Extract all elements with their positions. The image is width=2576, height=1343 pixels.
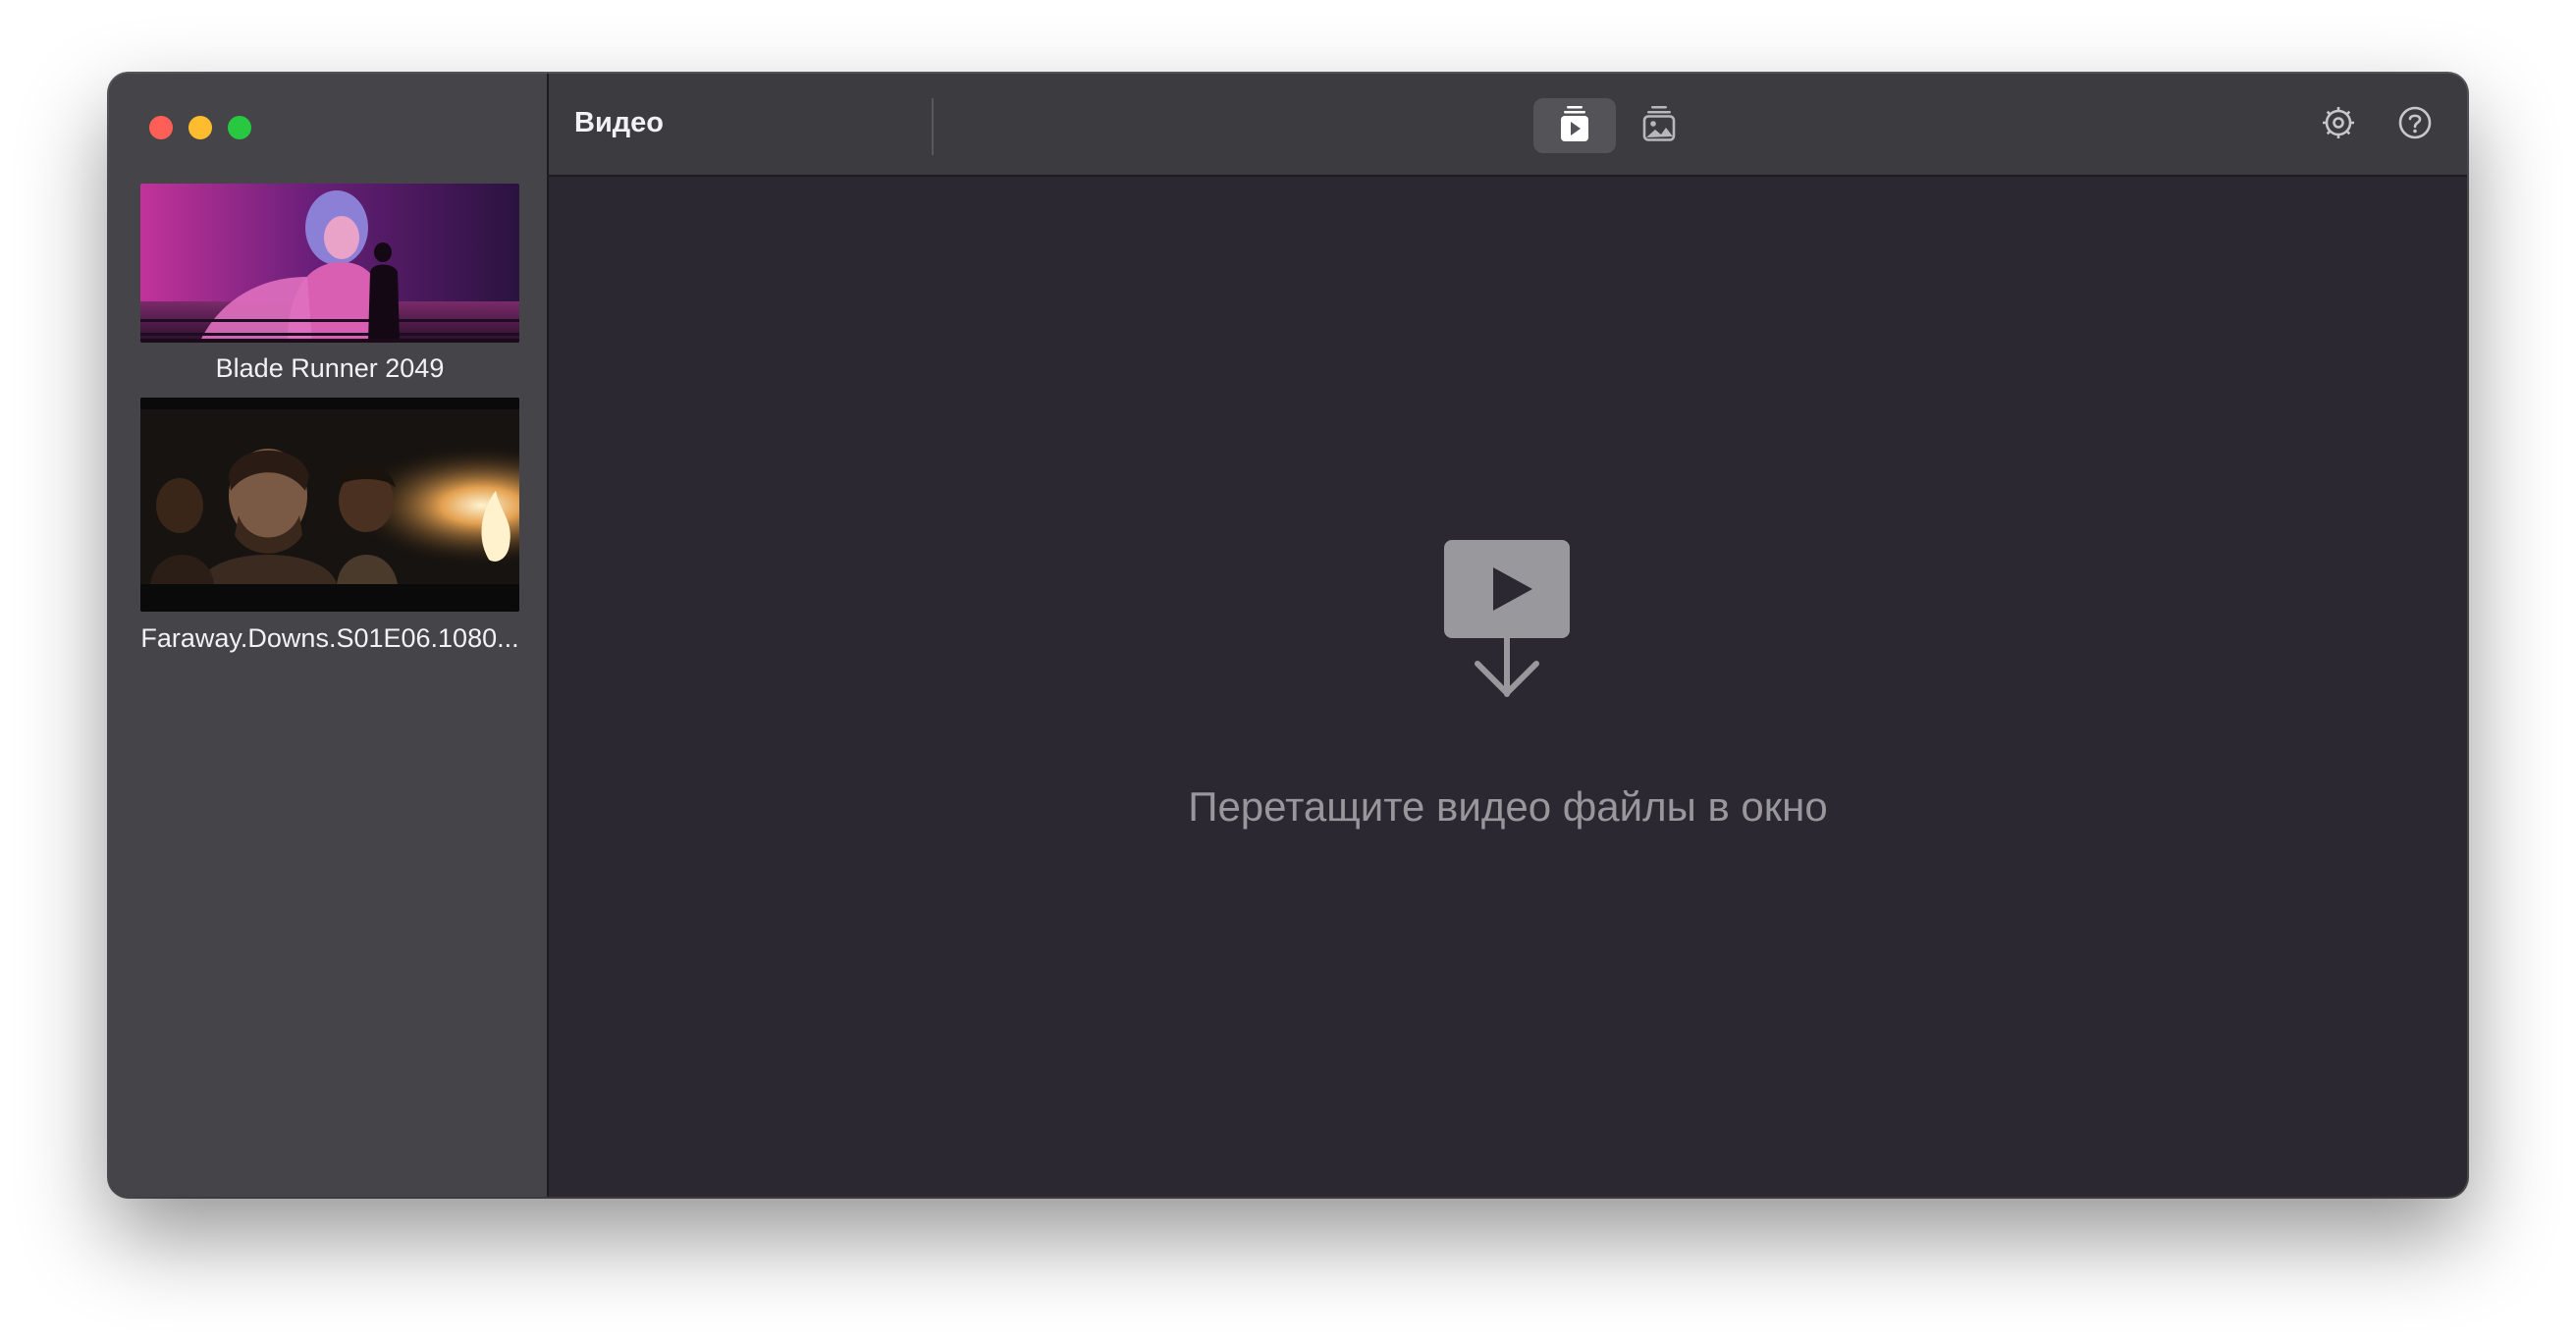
image-stack-icon	[1642, 105, 1676, 147]
drop-zone[interactable]: Перетащите видео файлы в окно	[549, 177, 2467, 1197]
zoom-window-button[interactable]	[228, 116, 251, 139]
sidebar-item-faraway-downs[interactable]: Faraway.Downs.S01E06.1080...	[140, 398, 519, 654]
image-mode-button[interactable]	[1618, 98, 1700, 153]
minimize-window-button[interactable]	[188, 116, 212, 139]
video-thumbnail	[140, 184, 519, 343]
app-window: Blade Runner 2049 Faraway.Downs.S01E06.1…	[109, 74, 2467, 1197]
sidebar-item-blade-runner[interactable]: Blade Runner 2049	[140, 184, 519, 384]
video-title: Faraway.Downs.S01E06.1080...	[140, 623, 519, 653]
gear-icon	[2320, 104, 2357, 146]
drop-hint-text: Перетащите видео файлы в окно	[1188, 783, 1828, 830]
sidebar: Blade Runner 2049 Faraway.Downs.S01E06.1…	[109, 74, 549, 1197]
page-title: Видео	[574, 107, 665, 138]
toolbar-divider	[932, 98, 934, 155]
video-file-icon	[1560, 105, 1589, 147]
question-mark-icon	[2396, 104, 2434, 146]
help-button[interactable]	[2395, 105, 2435, 144]
toolbar: Видео	[549, 74, 2467, 177]
video-mode-button[interactable]	[1533, 98, 1616, 153]
video-thumbnail	[140, 398, 519, 612]
close-window-button[interactable]	[149, 116, 173, 139]
video-title: Blade Runner 2049	[215, 353, 445, 383]
video-download-icon	[1444, 540, 1574, 708]
settings-button[interactable]	[2319, 105, 2358, 144]
